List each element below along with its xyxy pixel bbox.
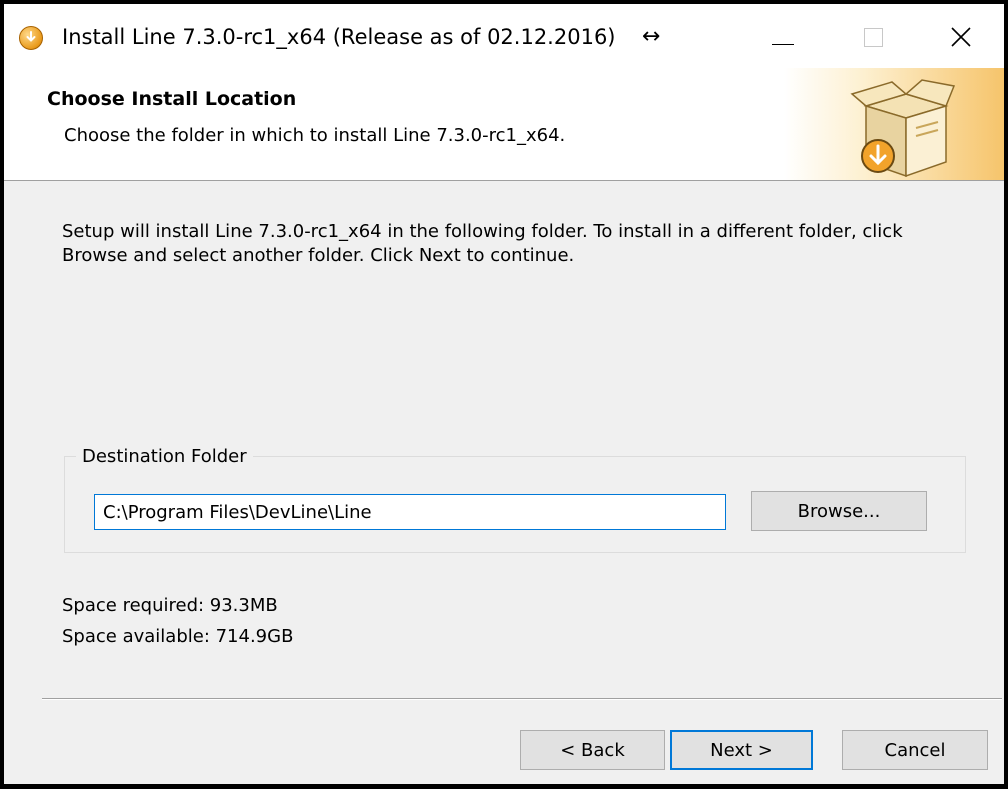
space-required-text: Space required: 93.3MB (62, 595, 278, 616)
maximize-icon (864, 28, 883, 47)
next-button[interactable]: Next > (670, 730, 813, 770)
installer-app-icon (19, 26, 43, 50)
minimize-icon (772, 44, 794, 45)
install-instructions: Setup will install Line 7.3.0-rc1_x64 in… (62, 221, 903, 266)
destination-path-input[interactable] (94, 494, 726, 530)
installer-box-icon (850, 79, 956, 178)
page-subtitle: Choose the folder in which to install Li… (64, 125, 566, 146)
page-title: Choose Install Location (47, 88, 297, 110)
close-button[interactable] (916, 4, 1004, 68)
destination-folder-legend: Destination Folder (76, 446, 253, 467)
minimize-button[interactable] (738, 4, 826, 68)
installer-window: Install Line 7.3.0-rc1_x64 (Release as o… (0, 0, 1008, 789)
footer-divider (42, 698, 1002, 700)
resize-arrow-icon: ↔ (642, 24, 661, 49)
space-available-text: Space available: 714.9GB (62, 626, 294, 647)
window-title: Install Line 7.3.0-rc1_x64 (Release as o… (62, 25, 616, 49)
maximize-button[interactable] (828, 4, 916, 68)
cancel-button[interactable]: Cancel (842, 730, 988, 770)
back-button[interactable]: < Back (520, 730, 665, 770)
close-icon (951, 27, 971, 47)
title-bar[interactable]: Install Line 7.3.0-rc1_x64 (Release as o… (4, 4, 1004, 68)
browse-button[interactable]: Browse... (751, 491, 927, 531)
